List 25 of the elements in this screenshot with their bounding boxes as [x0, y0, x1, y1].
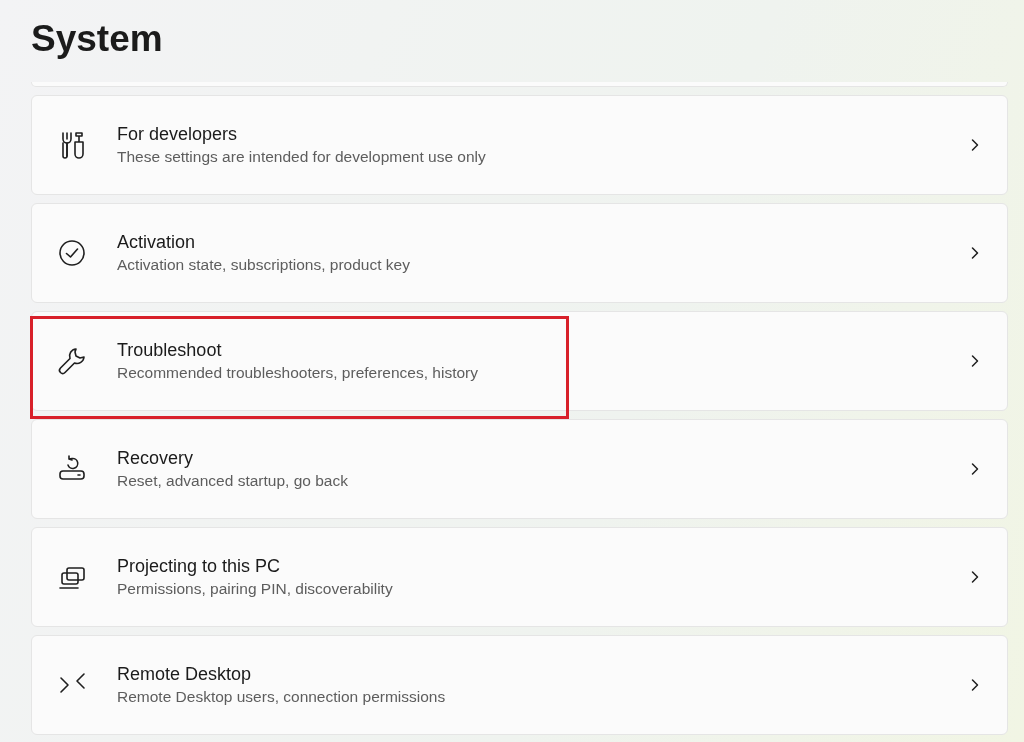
card-description: Activation state, subscriptions, product key	[117, 255, 411, 275]
card-title: Remote Desktop	[117, 663, 253, 686]
settings-card[interactable]: Remote Desktop Remote Desktop users, connection permissions	[31, 635, 1008, 735]
card-title: Troubleshoot	[117, 339, 223, 362]
remote-arrows-icon	[60, 673, 85, 693]
wrench-icon	[58, 348, 85, 375]
page-title: System	[31, 17, 164, 61]
card-title: Projecting to this PC	[117, 555, 282, 578]
settings-card[interactable]: Projecting to this PC Permissions, pairing PIN, discoverability	[31, 527, 1008, 627]
card-description: Recommended troubleshooters, preferences, history	[117, 363, 479, 383]
checkmark-circle-icon	[59, 240, 85, 266]
card-description: Remote Desktop users, connection permissions	[117, 687, 447, 707]
card-description: Permissions, pairing PIN, discoverability	[117, 579, 394, 599]
settings-card[interactable]: Troubleshoot Recommended troubleshooters, preferences, history	[31, 311, 1008, 411]
card-title: Activation	[117, 231, 197, 254]
settings-card[interactable]: Activation Activation state, subscriptions, product key	[31, 203, 1008, 303]
recovery-icon	[59, 455, 85, 480]
settings-card[interactable]: Recovery Reset, advanced startup, go back	[31, 419, 1008, 519]
card-title: Recovery	[117, 447, 195, 470]
settings-card[interactable]: For developers These settings are intended for development use only	[31, 95, 1008, 195]
card-description: These settings are intended for development use only	[117, 147, 487, 167]
card-description: Reset, advanced startup, go back	[117, 471, 349, 491]
tools-icon	[62, 132, 84, 159]
monitors-icon	[59, 567, 85, 589]
card-title: For developers	[117, 123, 239, 146]
